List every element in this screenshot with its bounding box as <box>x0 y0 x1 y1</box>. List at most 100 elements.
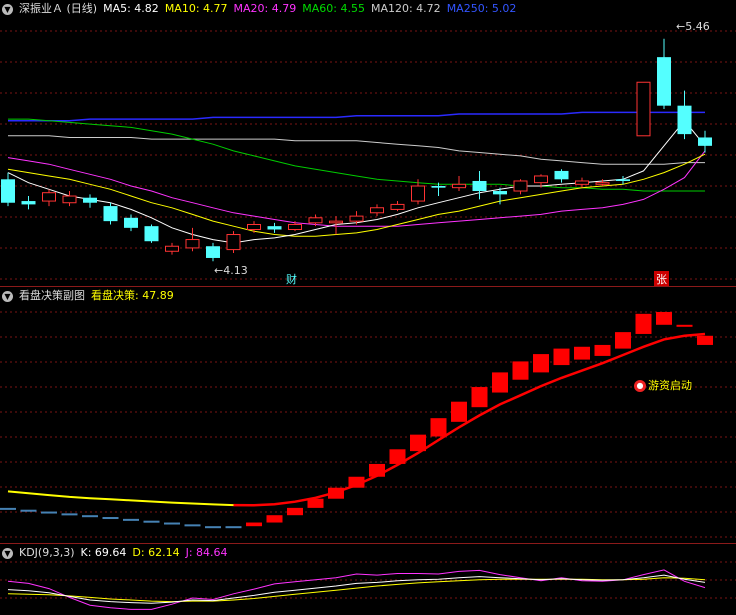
candlestick-chart[interactable] <box>0 0 736 286</box>
decision-bar <box>61 513 78 516</box>
marker-zhang[interactable]: 张 <box>654 271 669 286</box>
candle-body-up <box>513 180 528 192</box>
candle-body-up <box>247 223 261 231</box>
decision-bar <box>471 387 488 408</box>
kdj-k-value: K: 69.64 <box>80 546 127 559</box>
candle-body-up <box>329 220 343 224</box>
decision-bar <box>676 324 693 327</box>
annotation-label: ● 游资启动 <box>634 377 692 393</box>
candle-body-up <box>636 81 651 137</box>
decision-bar <box>266 515 283 523</box>
decision-header: ▼ 看盘决策副图 看盘决策: 47.89 <box>0 287 180 305</box>
main-chart-header: ▼ 深振业Ａ (日线) MA5: 4.82 MA10: 4.77 MA20: 4.79 M… <box>0 0 522 18</box>
kdj-title: KDJ(9,3,3) <box>19 546 75 559</box>
candle-body-down <box>83 197 97 203</box>
low-price-label: ←4.13 <box>214 264 248 277</box>
candle-body-up <box>370 207 384 214</box>
ma5-line <box>7 119 706 244</box>
decision-bar <box>82 515 98 518</box>
decision-bar <box>20 509 37 512</box>
candle-body-up <box>165 245 179 252</box>
candle-body-up <box>185 239 200 249</box>
high-price-label: ←5.46 <box>676 20 710 33</box>
main-chart-panel[interactable]: ▼ 深振业Ａ (日线) MA5: 4.82 MA10: 4.77 MA20: 4.79 M… <box>0 0 736 286</box>
decision-chart[interactable] <box>0 287 736 544</box>
decision-bar <box>594 344 611 356</box>
decision-bar <box>143 520 160 523</box>
candle-body-up <box>308 217 323 224</box>
collapse-icon[interactable]: ▼ <box>2 547 13 559</box>
decision-bar <box>451 401 467 422</box>
candle-body-up <box>575 180 589 185</box>
decision-bar <box>287 507 303 516</box>
candle-body-down <box>493 191 507 195</box>
fire-icon: ● <box>634 380 646 392</box>
candle-body-up <box>288 223 302 231</box>
decision-bar <box>123 518 139 521</box>
decision-bar <box>205 526 221 529</box>
decision-bar <box>533 354 549 373</box>
candle-body-down <box>698 137 712 146</box>
candle-body-up <box>411 185 425 202</box>
ma5-label: MA5: 4.82 <box>103 2 159 15</box>
candle-body-up <box>226 234 241 251</box>
kdj-j-value: J: 84.64 <box>185 546 228 559</box>
candle-body-up <box>452 183 466 189</box>
ma120-label: MA120: 4.72 <box>370 2 441 15</box>
ma250-label: MA250: 5.02 <box>446 2 517 15</box>
decision-bar <box>553 348 570 366</box>
candle-body-up <box>595 182 610 185</box>
kdj-panel[interactable]: ▼ KDJ(9,3,3) K: 69.64 D: 62.14 J: 84.64 <box>0 543 736 615</box>
decision-line-red <box>233 332 706 507</box>
decision-bar <box>0 507 16 510</box>
ma10-label: MA10: 4.77 <box>164 2 228 15</box>
collapse-icon[interactable]: ▼ <box>2 290 13 302</box>
candle-body-down <box>21 201 36 205</box>
decision-bar <box>635 313 652 334</box>
candle-body-down <box>206 246 220 258</box>
candle-body-up <box>390 203 405 210</box>
kdj-j-line <box>7 569 706 610</box>
ma60-label: MA60: 4.55 <box>302 2 365 15</box>
decision-bar <box>656 311 672 325</box>
decision-title: 看盘决策副图 <box>19 289 85 302</box>
candle-body-down <box>677 105 692 135</box>
candle-body-down <box>1 179 15 203</box>
decision-bar <box>184 524 201 527</box>
decision-bar <box>246 522 262 527</box>
kdj-header: ▼ KDJ(9,3,3) K: 69.64 D: 62.14 J: 84.64 <box>0 544 234 562</box>
candle-body-down <box>616 179 630 181</box>
candle-body-down <box>657 57 671 106</box>
decision-bar <box>697 335 713 345</box>
decision-bar <box>164 522 180 525</box>
decision-bar <box>492 372 508 393</box>
stock-title: 深振业Ａ (日线) <box>19 2 98 15</box>
candle-body-up <box>534 175 548 184</box>
marker-cai[interactable]: 财 <box>286 271 297 286</box>
candle-body-down <box>472 180 487 192</box>
candle-body-down <box>554 170 569 180</box>
ma250-line <box>8 111 705 122</box>
ma20-label: MA20: 4.79 <box>233 2 297 15</box>
decision-bar <box>102 517 119 520</box>
decision-bar <box>430 418 447 437</box>
candle-body-up <box>62 195 77 204</box>
candle-body-up <box>349 215 364 222</box>
decision-bar <box>615 332 631 349</box>
decision-bar <box>41 511 57 514</box>
decision-subchart-panel[interactable]: ▼ 看盘决策副图 看盘决策: 47.89 ● 游资启动 <box>0 286 736 544</box>
decision-value: 看盘决策: 47.89 <box>91 289 174 302</box>
candle-body-up <box>42 192 56 202</box>
decision-line-yellow <box>7 490 234 507</box>
candle-body-down <box>144 226 159 242</box>
ma120-line <box>8 135 705 165</box>
candle-body-down <box>431 186 446 188</box>
decision-bar <box>225 526 242 529</box>
candle-body-down <box>103 206 118 222</box>
decision-bar <box>512 361 529 380</box>
kdj-d-value: D: 62.14 <box>132 546 180 559</box>
candle-body-down <box>124 217 138 228</box>
decision-bar <box>574 346 590 360</box>
collapse-icon[interactable]: ▼ <box>2 3 13 15</box>
candle-body-down <box>267 226 282 230</box>
